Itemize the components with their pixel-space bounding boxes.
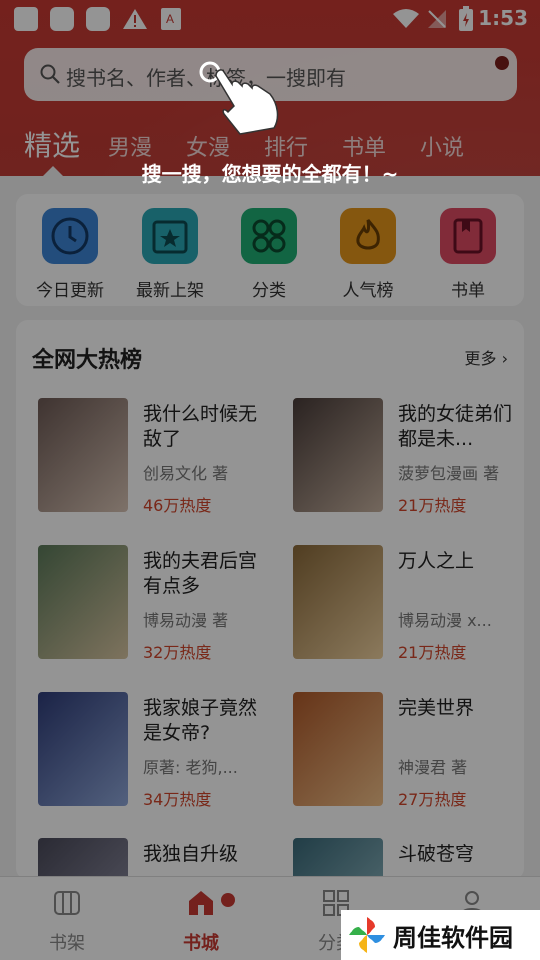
quick-label: 分类 xyxy=(252,281,286,301)
hot-list-card: 全网大热榜 更多 › 我什么时候无敌了 创易文化 著 46万热度 我的女徒弟们都… xyxy=(16,320,524,880)
quick-label: 书单 xyxy=(451,281,485,301)
book-title: 万人之上 xyxy=(398,550,475,572)
book-cover xyxy=(38,692,128,806)
book-cover xyxy=(38,838,128,880)
more-label: 更多 xyxy=(464,349,497,368)
tap-hand-icon xyxy=(199,61,279,135)
star-box-icon xyxy=(142,208,198,264)
book-title: 我独自升级 xyxy=(143,843,239,865)
book-item[interactable]: 完美世界 神漫君 著 27万热度 xyxy=(287,692,524,812)
book-title: 完美世界 xyxy=(398,697,475,719)
store-icon xyxy=(189,891,213,915)
book-author: 原著: 老狗,... xyxy=(143,758,238,777)
battery-icon xyxy=(459,6,473,31)
book-title: 我家娘子竟然是女帝? xyxy=(143,697,258,744)
book-cover xyxy=(38,545,128,659)
book-title: 我什么时候无敌了 xyxy=(143,403,258,450)
notification-icon xyxy=(50,7,74,31)
book-heat: 34万热度 xyxy=(143,790,212,809)
quick-categories[interactable]: 分类 xyxy=(224,208,314,301)
book-title: 我的夫君后宫有点多 xyxy=(143,550,258,597)
watermark-text: 周佳软件园 xyxy=(393,923,513,952)
guide-hint-text: 搜一搜，您想要的全都有！~ xyxy=(141,162,399,186)
book-item[interactable]: 斗破苍穹 xyxy=(287,838,524,880)
flame-icon xyxy=(340,208,396,264)
quick-label: 最新上架 xyxy=(136,281,204,301)
book-item[interactable]: 万人之上 博易动漫 x... 21万热度 xyxy=(287,545,524,665)
search-badge-dot xyxy=(495,56,509,70)
no-signal-icon xyxy=(428,10,446,28)
book-author: 神漫君 著 xyxy=(398,758,468,777)
bookshelf-icon xyxy=(54,891,80,915)
notification-icon xyxy=(86,7,110,31)
quick-booklist[interactable]: 书单 xyxy=(423,208,513,301)
search-icon xyxy=(40,64,60,84)
book-cover xyxy=(293,692,383,806)
book-item[interactable]: 我什么时候无敌了 创易文化 著 46万热度 xyxy=(32,398,272,518)
hot-list-title: 全网大热榜 xyxy=(32,348,143,373)
book-heat: 46万热度 xyxy=(143,496,212,515)
quick-today-updates[interactable]: 今日更新 xyxy=(25,208,115,301)
book-author: 博易动漫 著 xyxy=(143,611,229,630)
book-item[interactable]: 我的夫君后宫有点多 博易动漫 著 32万热度 xyxy=(32,545,272,665)
wifi-icon xyxy=(393,9,419,28)
book-cover xyxy=(38,398,128,512)
book-cover xyxy=(293,545,383,659)
quick-label: 人气榜 xyxy=(342,281,394,301)
more-link[interactable]: 更多 › xyxy=(465,345,509,369)
nav-label: 书架 xyxy=(49,933,85,954)
pinwheel-logo-icon xyxy=(349,917,385,953)
book-author: 菠萝包漫画 著 xyxy=(398,464,500,483)
book-title: 斗破苍穹 xyxy=(398,843,475,865)
nav-badge-dot xyxy=(221,893,235,907)
nav-label: 书城 xyxy=(183,933,219,954)
book-item[interactable]: 我的女徒弟们都是未... 菠萝包漫画 著 21万热度 xyxy=(287,398,524,518)
book-heat: 21万热度 xyxy=(398,496,467,515)
nav-bookshelf[interactable]: 书架 xyxy=(27,889,107,955)
status-bar: A 1:53 xyxy=(0,0,540,40)
book-title: 我的女徒弟们都是未... xyxy=(398,403,513,450)
chevron-right-icon: › xyxy=(496,349,508,368)
warning-icon xyxy=(123,9,147,29)
watermark: 周佳软件园 xyxy=(341,910,540,960)
notification-icon xyxy=(14,7,38,31)
clock-icon xyxy=(42,208,98,264)
book-author: 博易动漫 x... xyxy=(398,611,492,630)
book-item[interactable]: 我独自升级 xyxy=(32,838,272,880)
book-cover xyxy=(293,398,383,512)
clock-time: 1:53 xyxy=(478,6,528,30)
quick-new-releases[interactable]: 最新上架 xyxy=(125,208,215,301)
book-heat: 21万热度 xyxy=(398,643,467,662)
book-cover xyxy=(293,838,383,880)
quick-entry-panel: 今日更新 最新上架 分类 人气榜 书单 xyxy=(16,194,524,306)
book-icon xyxy=(440,208,496,264)
book-heat: 27万热度 xyxy=(398,790,467,809)
quick-popular-ranking[interactable]: 人气榜 xyxy=(323,208,413,301)
app-notification-icon: A xyxy=(161,8,181,30)
book-heat: 32万热度 xyxy=(143,643,212,662)
quick-label: 今日更新 xyxy=(36,281,104,301)
book-author: 创易文化 著 xyxy=(143,464,229,483)
svg-text:A: A xyxy=(166,12,174,26)
grid-icon xyxy=(241,208,297,264)
book-item[interactable]: 我家娘子竟然是女帝? 原著: 老狗,... 34万热度 xyxy=(32,692,272,812)
